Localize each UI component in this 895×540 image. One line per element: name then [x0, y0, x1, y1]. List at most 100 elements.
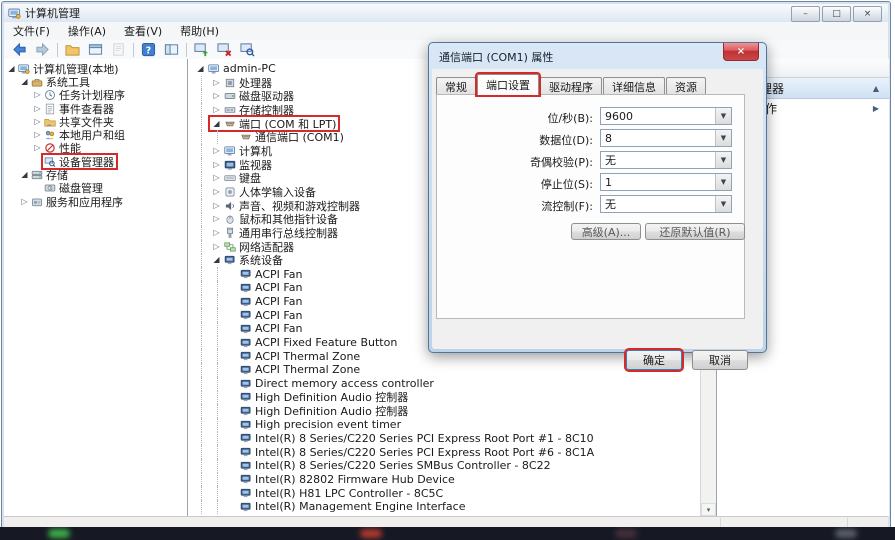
combobox[interactable]: 无▼: [600, 151, 732, 169]
combobox[interactable]: 9600▼: [600, 107, 732, 125]
expand-expander-icon[interactable]: ▷: [32, 118, 43, 126]
chevron-down-icon[interactable]: ▼: [715, 108, 731, 124]
expand-expander-icon[interactable]: ▷: [210, 106, 223, 114]
device-tree-item-row[interactable]: Intel(R) 8 Series/C220 Series PCI Expres…: [188, 445, 716, 459]
expand-expander-icon[interactable]: ▷: [210, 92, 223, 100]
menu-item[interactable]: 查看(V): [115, 22, 171, 40]
port-icon: [223, 117, 236, 130]
expand-expander-icon[interactable]: ▷: [210, 147, 223, 155]
chevron-down-icon[interactable]: ▼: [715, 152, 731, 168]
field-label: 流控制(F):: [437, 198, 593, 214]
dialog-close-button[interactable]: ×: [723, 43, 759, 61]
expand-expander-icon[interactable]: ▷: [210, 79, 223, 87]
collapse-icon[interactable]: ▲: [873, 84, 879, 93]
expand-expander-icon[interactable]: ▷: [19, 198, 30, 206]
collapse-expander-icon[interactable]: ◢: [6, 65, 17, 73]
device-tree-item-row[interactable]: Intel(R) 8 Series/C220 Series PCI Expres…: [188, 432, 716, 446]
expand-expander-icon[interactable]: ▷: [210, 188, 223, 196]
taskbar[interactable]: [0, 527, 895, 540]
system-tools-icon: [30, 75, 43, 88]
title-bar[interactable]: 计算机管理 –□×: [4, 4, 888, 22]
expand-expander-icon[interactable]: ▷: [32, 144, 43, 152]
collapse-expander-icon[interactable]: ◢: [210, 256, 223, 264]
device-tree-item-row[interactable]: High Definition Audio 控制器: [188, 404, 716, 418]
help-button[interactable]: ?: [137, 40, 160, 59]
combobox[interactable]: 无▼: [600, 195, 732, 213]
dialog-tabs: 常规端口设置驱动程序详细信息资源: [436, 75, 707, 95]
expand-expander-icon[interactable]: ▷: [210, 229, 223, 237]
update-driver-button[interactable]: [190, 40, 213, 59]
menu-item[interactable]: 帮助(H): [171, 22, 228, 40]
task-scheduler-icon: [43, 89, 56, 102]
system-device-icon: [239, 322, 252, 335]
maximize-button[interactable]: □: [822, 6, 851, 22]
combobox-value: 无: [601, 196, 715, 212]
cancel-button[interactable]: 取消: [692, 350, 748, 370]
expand-icon[interactable]: ▶: [873, 104, 879, 113]
port-icon: [239, 131, 252, 144]
expand-expander-icon[interactable]: ▷: [210, 174, 223, 182]
expand-expander-icon[interactable]: ▷: [32, 105, 43, 113]
menu-bar: 文件(F)操作(A)查看(V)帮助(H): [4, 22, 888, 41]
device-tree-item-row[interactable]: Intel(R) 8 Series/C220 Series SMBus Cont…: [188, 459, 716, 473]
console-window-button[interactable]: [84, 40, 107, 59]
minimize-button[interactable]: –: [791, 6, 820, 22]
expand-expander-icon[interactable]: ▷: [210, 243, 223, 251]
chevron-down-icon[interactable]: ▼: [715, 130, 731, 146]
console-window-icon: [88, 42, 103, 57]
uninstall-device-icon: [217, 42, 232, 57]
dialog-tab[interactable]: 驱动程序: [540, 77, 602, 95]
collapse-expander-icon[interactable]: ◢: [194, 65, 207, 73]
computer-management-icon: [17, 62, 30, 75]
network-icon: [223, 240, 236, 253]
advanced-button[interactable]: 高级(A)...: [571, 223, 641, 240]
console-tree-item-label: 服务和应用程序: [46, 194, 123, 210]
dialog-tab[interactable]: 常规: [436, 77, 476, 95]
console-tree-item-row[interactable]: ◢计算机管理(本地): [4, 62, 187, 75]
scroll-down-icon[interactable]: ▾: [701, 503, 716, 516]
dialog-tab[interactable]: 端口设置: [477, 74, 539, 95]
console-tree-item-row[interactable]: 设备管理器: [4, 155, 187, 168]
folder-button[interactable]: [61, 40, 84, 59]
menu-item[interactable]: 文件(F): [4, 22, 59, 40]
collapse-expander-icon[interactable]: ◢: [19, 78, 30, 86]
combobox[interactable]: 1▼: [600, 173, 732, 191]
combobox[interactable]: 8▼: [600, 129, 732, 147]
ok-button[interactable]: 确定: [626, 350, 682, 370]
dialog-tab[interactable]: 详细信息: [603, 77, 665, 95]
collapse-expander-icon[interactable]: ◢: [19, 171, 30, 179]
forward-arrow-icon: [35, 42, 50, 57]
scan-hardware-button[interactable]: [236, 40, 259, 59]
device-tree-item-row[interactable]: Intel(R) Management Engine Interface: [188, 500, 716, 514]
restore-defaults-button[interactable]: 还原默认值(R): [645, 223, 745, 240]
mouse-icon: [223, 213, 236, 226]
keyboard-icon: [223, 172, 236, 185]
expand-expander-icon[interactable]: ▷: [210, 161, 223, 169]
close-button[interactable]: ×: [853, 6, 882, 22]
device-tree-item-row[interactable]: High precision event timer: [188, 418, 716, 432]
back-arrow-button[interactable]: [8, 40, 31, 59]
device-tree-item-label: 系统设备: [239, 252, 283, 268]
device-tree-item-label: Intel(R) 8 Series/C220 Series PCI Expres…: [255, 432, 594, 445]
console-tree-item-row[interactable]: ▷本地用户和组: [4, 128, 187, 141]
device-tree-item-label: High Definition Audio 控制器: [255, 403, 408, 419]
console-tree-item-row[interactable]: ▷ 服务和应用程序: [4, 195, 187, 208]
device-tree-item-label: ACPI Fan: [255, 295, 302, 308]
forward-arrow-button[interactable]: [31, 40, 54, 59]
chevron-down-icon[interactable]: ▼: [715, 174, 731, 190]
port-settings-tab-page: 位/秒(B):9600▼数据位(D):8▼奇偶校验(P):无▼停止位(S):1▼…: [436, 94, 745, 319]
menu-item[interactable]: 操作(A): [59, 22, 115, 40]
expand-expander-icon[interactable]: ▷: [32, 91, 43, 99]
console-tree-button[interactable]: [160, 40, 183, 59]
collapse-expander-icon[interactable]: ◢: [210, 120, 223, 128]
device-tree-item-row[interactable]: Intel(R) 82802 Firmware Hub Device: [188, 473, 716, 487]
uninstall-device-button[interactable]: [213, 40, 236, 59]
expand-expander-icon[interactable]: ▷: [210, 215, 223, 223]
dialog-tab[interactable]: 资源: [666, 77, 706, 95]
expand-expander-icon[interactable]: ▷: [32, 131, 43, 139]
chevron-down-icon[interactable]: ▼: [715, 196, 731, 212]
expand-expander-icon[interactable]: ▷: [210, 202, 223, 210]
device-tree-item-label: Intel(R) Management Engine Interface: [255, 500, 465, 513]
usb-icon: [223, 227, 236, 240]
device-tree-item-row[interactable]: Intel(R) H81 LPC Controller - 8C5C: [188, 486, 716, 500]
